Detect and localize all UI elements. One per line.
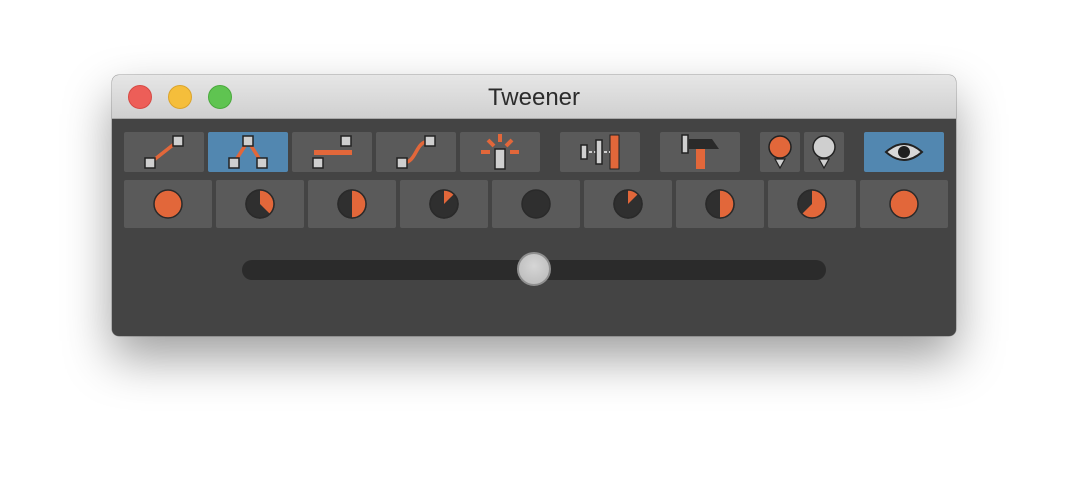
hammer-icon (681, 134, 719, 169)
eye-icon (884, 143, 924, 161)
sparkle-key-icon (481, 134, 519, 170)
tweener-window: Tweener (112, 75, 956, 336)
peak-tween-icon (228, 135, 268, 169)
pie-indicator-icon (705, 189, 735, 219)
ease-curve-icon (396, 135, 436, 169)
orange-pin-button[interactable] (760, 132, 800, 172)
tween-preset-button[interactable] (676, 180, 764, 228)
pie-indicator-icon (245, 189, 275, 219)
ease-curve-button[interactable] (376, 132, 456, 172)
step-tween-button[interactable] (292, 132, 372, 172)
orange-pin-icon (768, 135, 792, 170)
tween-preset-button[interactable] (124, 180, 212, 228)
tween-slider-thumb[interactable] (517, 252, 551, 286)
tween-preset-button[interactable] (308, 180, 396, 228)
pie-indicator-icon (153, 189, 183, 219)
gray-pin-button[interactable] (804, 132, 844, 172)
pie-indicator-icon (797, 189, 827, 219)
align-keys-button[interactable] (560, 132, 640, 172)
tween-preset-button[interactable] (860, 180, 948, 228)
pie-indicator-icon (889, 189, 919, 219)
pie-indicator-icon (521, 189, 551, 219)
pie-indicator-icon (429, 189, 459, 219)
sparkle-key-button[interactable] (460, 132, 540, 172)
tween-preset-button[interactable] (400, 180, 488, 228)
pie-indicator-icon (613, 189, 643, 219)
tween-preset-button[interactable] (584, 180, 672, 228)
tween-preset-button[interactable] (216, 180, 304, 228)
tween-preset-button[interactable] (768, 180, 856, 228)
peak-tween-button[interactable] (208, 132, 288, 172)
pie-indicator-icon (337, 189, 367, 219)
tween-preset-button[interactable] (492, 180, 580, 228)
linear-tween-icon (144, 135, 184, 169)
title-bar[interactable]: Tweener (112, 75, 956, 119)
align-keys-icon (580, 134, 620, 170)
eye-toggle-button[interactable] (864, 132, 944, 172)
hammer-button[interactable] (660, 132, 740, 172)
window-title: Tweener (487, 84, 581, 111)
linear-tween-button[interactable] (124, 132, 204, 172)
step-tween-icon (312, 135, 352, 169)
gray-pin-icon (812, 135, 836, 170)
